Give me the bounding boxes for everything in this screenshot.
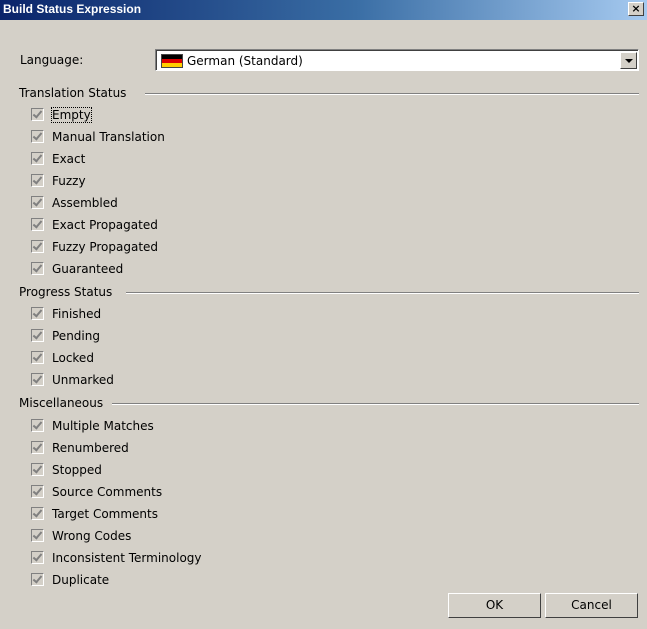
checkbox-icon[interactable]	[31, 196, 44, 209]
title-bar[interactable]: Build Status Expression ×	[0, 0, 647, 20]
checkbox-label: Duplicate	[52, 573, 110, 587]
miscellaneous-heading: Miscellaneous	[19, 396, 104, 410]
checkbox-label: Fuzzy	[52, 174, 86, 188]
checkbox-icon[interactable]	[31, 130, 44, 143]
language-dropdown[interactable]: German (Standard)	[155, 49, 639, 71]
checkbox-label: Renumbered	[52, 441, 129, 455]
checkbox-icon[interactable]	[31, 551, 44, 564]
miscellaneous-divider	[112, 403, 639, 405]
translation-status-divider	[145, 93, 639, 95]
germany-flag-icon	[161, 54, 183, 68]
checkbox-icon[interactable]	[31, 507, 44, 520]
checkbox-label: Wrong Codes	[52, 529, 132, 543]
checkbox-label: Source Comments	[52, 485, 163, 499]
close-button[interactable]: ×	[628, 2, 644, 16]
checkbox-icon[interactable]	[31, 329, 44, 342]
progress-status-heading: Progress Status	[19, 285, 113, 299]
dialog-title: Build Status Expression	[3, 2, 142, 16]
checkbox-label: Assembled	[52, 196, 118, 210]
checkbox-label: Empty	[51, 107, 92, 123]
cancel-button[interactable]: Cancel	[545, 593, 638, 618]
checkbox-label: Exact Propagated	[52, 218, 158, 232]
language-dropdown-field: German (Standard)	[156, 50, 638, 70]
checkbox-label: Pending	[52, 329, 100, 343]
checkbox-label: Guaranteed	[52, 262, 124, 276]
checkbox-icon[interactable]	[31, 108, 44, 121]
checkbox-icon[interactable]	[31, 174, 44, 187]
checkbox-icon[interactable]	[31, 240, 44, 253]
checkbox-label: Exact	[52, 152, 86, 166]
checkbox-icon[interactable]	[31, 351, 44, 364]
checkbox-icon[interactable]	[31, 218, 44, 231]
checkbox-label: Multiple Matches	[52, 419, 154, 433]
checkbox-icon[interactable]	[31, 307, 44, 320]
checkbox-icon[interactable]	[31, 262, 44, 275]
checkbox-label: Unmarked	[52, 373, 114, 387]
checkbox-icon[interactable]	[31, 463, 44, 476]
checkbox-icon[interactable]	[31, 373, 44, 386]
checkbox-icon[interactable]	[31, 573, 44, 586]
language-selected-value: German (Standard)	[187, 54, 303, 68]
checkbox-label: Inconsistent Terminology	[52, 551, 202, 565]
checkbox-icon[interactable]	[31, 419, 44, 432]
translation-status-heading: Translation Status	[19, 86, 127, 100]
chevron-down-icon[interactable]	[620, 52, 637, 69]
checkbox-icon[interactable]	[31, 485, 44, 498]
progress-status-divider	[126, 292, 639, 294]
language-label: Language:	[20, 53, 84, 67]
checkbox-label: Target Comments	[52, 507, 158, 521]
checkbox-icon[interactable]	[31, 441, 44, 454]
checkbox-label: Fuzzy Propagated	[52, 240, 159, 254]
checkbox-icon[interactable]	[31, 152, 44, 165]
close-icon: ×	[631, 2, 641, 15]
checkbox-label: Locked	[52, 351, 94, 365]
checkbox-label: Manual Translation	[52, 130, 165, 144]
ok-button[interactable]: OK	[448, 593, 541, 618]
build-status-expression-dialog: Build Status Expression × Language: Germ…	[0, 0, 647, 629]
checkbox-label: Stopped	[52, 463, 102, 477]
checkbox-label: Finished	[52, 307, 102, 321]
checkbox-icon[interactable]	[31, 529, 44, 542]
